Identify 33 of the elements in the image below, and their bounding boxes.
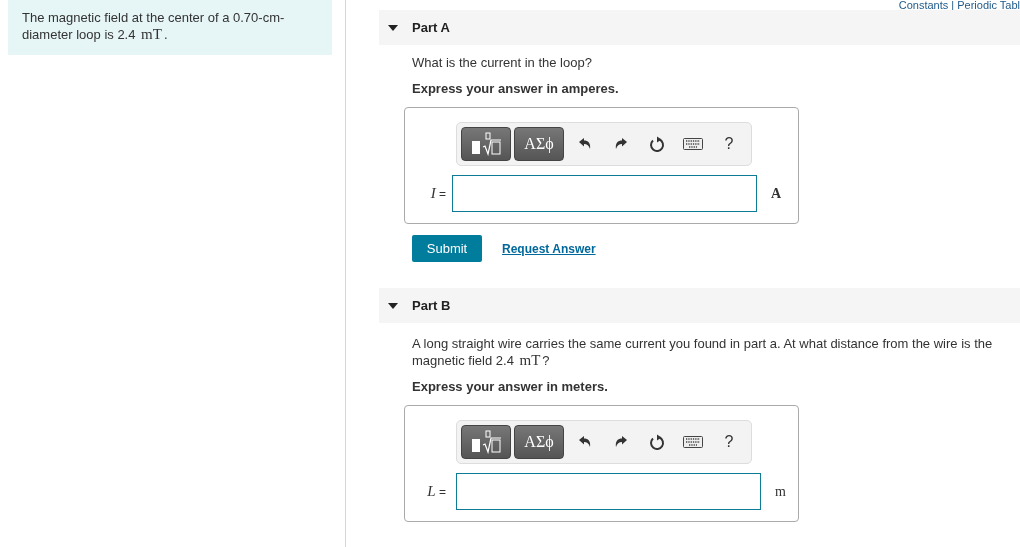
reset-icon [649, 135, 665, 153]
templates-button[interactable] [461, 425, 511, 459]
variable-label: I = [429, 185, 447, 202]
question-text: What is the current in the loop? [412, 55, 593, 71]
reset-icon [649, 433, 665, 451]
submit-button[interactable]: Submit [412, 235, 482, 262]
expand-toggle-icon[interactable] [388, 24, 398, 31]
symbols-button[interactable]: ΑΣϕ [514, 127, 564, 161]
redo-icon [614, 137, 628, 151]
answer-field[interactable] [452, 175, 757, 212]
redo-icon [614, 435, 628, 449]
templates-button[interactable] [461, 127, 511, 161]
help-button[interactable]: ? [711, 425, 747, 459]
instruction-text: Express your answer in amperes. [412, 81, 620, 96]
square-root-icon [469, 429, 503, 455]
keyboard-icon [683, 138, 703, 150]
request-answer-link[interactable]: Request Answer [502, 241, 596, 256]
undo-icon [578, 137, 592, 151]
symbols-button[interactable]: ΑΣϕ [514, 425, 564, 459]
expand-toggle-icon[interactable] [388, 302, 398, 309]
square-root-icon [469, 131, 503, 157]
help-button[interactable]: ? [711, 127, 747, 161]
variable-label: L = [426, 483, 447, 500]
problem-statement: The magnetic field at the center of a 0.70-cm-diameter loop is 2.4 mT. [8, 0, 332, 55]
answer-field[interactable] [456, 473, 761, 510]
part-title[interactable]: Part A [412, 20, 450, 35]
unit-label: m [775, 483, 786, 500]
undo-icon [578, 435, 592, 449]
part-title[interactable]: Part B [412, 298, 451, 313]
unit-label: A [771, 185, 782, 202]
instruction-text: Express your answer in meters. [412, 379, 609, 394]
question-text: A long straight wire carries the same current you found in part a. At what distance from the wire is the magnetic field 2.4 mT? [412, 336, 994, 369]
keyboard-icon [683, 436, 703, 448]
